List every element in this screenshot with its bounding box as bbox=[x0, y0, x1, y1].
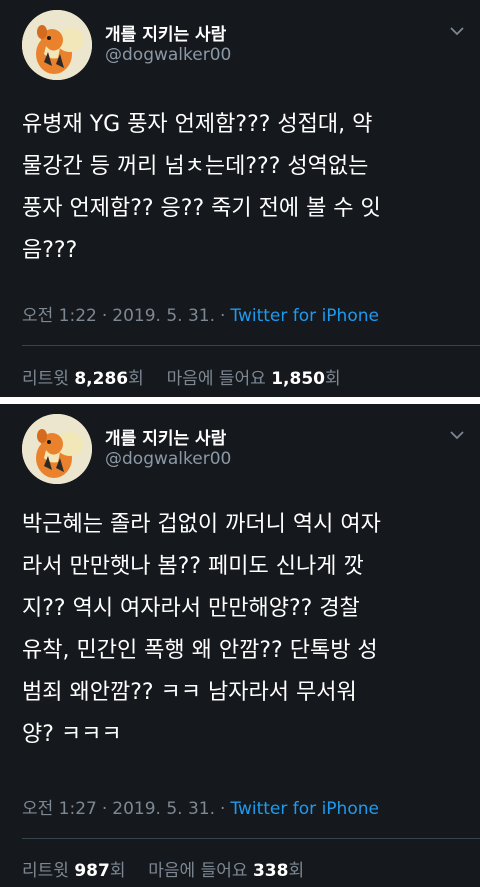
avatar[interactable] bbox=[22, 414, 92, 484]
separator-dot: · bbox=[220, 799, 226, 819]
retweet-stat[interactable]: 리트윗 987회 bbox=[22, 861, 131, 881]
user-handle[interactable]: @dogwalker00 bbox=[105, 449, 231, 469]
user-handle[interactable]: @dogwalker00 bbox=[105, 45, 231, 65]
tweet-time[interactable]: 오전 1:27 bbox=[22, 799, 97, 819]
chevron-down-icon[interactable] bbox=[448, 426, 466, 444]
tweet-stats: 리트윗 8,286회 마음에 들어요 1,850회 bbox=[22, 364, 341, 389]
tweet-text: 유병재 YG 풍자 언제함??? 성접대, 약 물강간 등 꺼리 넘ㅊ는데???… bbox=[22, 112, 381, 263]
tweet-time[interactable]: 오전 1:22 bbox=[22, 306, 97, 326]
tweet-metadata: 오전 1:27 · 2019. 5. 31. · Twitter for iPhone bbox=[22, 794, 379, 819]
like-label: 마음에 들어요 bbox=[166, 369, 266, 389]
chevron-down-icon[interactable] bbox=[448, 22, 466, 40]
divider bbox=[22, 345, 480, 346]
like-count: 338 bbox=[252, 861, 289, 881]
tweet-card[interactable]: 개를 지키는 사람 @dogwalker00 유병재 YG 풍자 언제함??? … bbox=[0, 0, 480, 397]
retweet-count: 8,286 bbox=[74, 369, 129, 389]
tweet-metadata: 오전 1:22 · 2019. 5. 31. · Twitter for iPhone bbox=[22, 301, 379, 326]
count-suffix: 회 bbox=[288, 861, 305, 881]
growlithe-avatar-icon bbox=[22, 10, 92, 80]
count-suffix: 회 bbox=[109, 861, 126, 881]
count-suffix: 회 bbox=[325, 369, 341, 389]
retweet-count: 987 bbox=[74, 861, 110, 881]
tweet-card[interactable]: 개를 지키는 사람 @dogwalker00 박근혜는 졸라 겁없이 까더니 역… bbox=[0, 404, 480, 887]
display-name[interactable]: 개를 지키는 사람 bbox=[105, 424, 226, 449]
like-stat[interactable]: 마음에 들어요 1,850회 bbox=[167, 369, 341, 389]
tweet-text: 박근혜는 졸라 겁없이 까더니 역시 여자 라서 만만햇나 봄?? 페미도 신나… bbox=[22, 512, 381, 747]
retweet-label: 리트윗 bbox=[22, 369, 69, 389]
growlithe-avatar-icon bbox=[22, 414, 92, 484]
separator-dot: · bbox=[101, 799, 108, 819]
like-count: 1,850 bbox=[271, 369, 325, 389]
tweet-stats: 리트윗 987회 마음에 들어요 338회 bbox=[22, 856, 304, 881]
like-label: 마음에 들어요 bbox=[148, 861, 248, 881]
retweet-stat[interactable]: 리트윗 8,286회 bbox=[22, 369, 149, 389]
avatar[interactable] bbox=[22, 10, 92, 80]
divider bbox=[22, 838, 480, 839]
like-stat[interactable]: 마음에 들어요 338회 bbox=[148, 861, 304, 881]
tweet-date[interactable]: 2019. 5. 31. bbox=[112, 799, 215, 819]
tweet-source-link[interactable]: Twitter for iPhone bbox=[230, 306, 379, 326]
tweet-source-link[interactable]: Twitter for iPhone bbox=[230, 799, 379, 819]
count-suffix: 회 bbox=[128, 369, 144, 389]
tweet-date[interactable]: 2019. 5. 31. bbox=[112, 306, 215, 326]
separator-dot: · bbox=[101, 306, 108, 326]
display-name[interactable]: 개를 지키는 사람 bbox=[105, 20, 226, 45]
retweet-label: 리트윗 bbox=[22, 861, 69, 881]
separator-dot: · bbox=[220, 306, 226, 326]
